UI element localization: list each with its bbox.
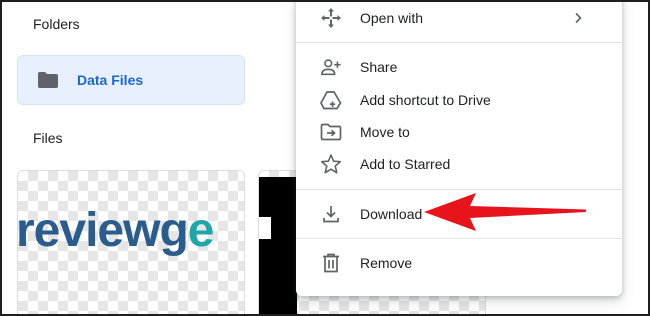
download-icon xyxy=(320,203,342,225)
menu-divider xyxy=(296,42,622,43)
context-menu: Open with Share Add shortcut to Drive Mo… xyxy=(296,0,622,296)
menu-item-label: Remove xyxy=(360,255,413,271)
logo-text-a: reviewg xyxy=(17,204,189,257)
move-to-folder-icon xyxy=(320,121,342,143)
files-heading: Files xyxy=(33,130,63,146)
drive-shortcut-icon xyxy=(320,89,342,111)
folder-name: Data Files xyxy=(77,72,144,88)
move-arrows-icon xyxy=(320,7,342,29)
menu-item-add-shortcut[interactable]: Add shortcut to Drive xyxy=(296,84,622,116)
annotation-arrow xyxy=(420,190,590,234)
trash-icon xyxy=(320,252,342,274)
menu-item-label: Add shortcut to Drive xyxy=(360,92,491,108)
menu-item-open-with[interactable]: Open with xyxy=(296,2,622,34)
menu-item-add-to-starred[interactable]: Add to Starred xyxy=(296,148,622,180)
folder-icon xyxy=(38,72,58,88)
chevron-right-icon xyxy=(572,12,584,24)
menu-item-label: Add to Starred xyxy=(360,156,451,172)
logo-text-b: e xyxy=(187,204,215,257)
menu-item-label: Open with xyxy=(360,10,424,26)
dark-image-mark xyxy=(259,217,271,239)
add-person-icon xyxy=(320,56,342,78)
folder-data-files[interactable]: Data Files xyxy=(17,55,245,105)
menu-divider xyxy=(296,238,622,239)
menu-item-label: Download xyxy=(360,206,423,222)
menu-item-label: Share xyxy=(360,59,398,75)
thumbnail-dark-image xyxy=(259,177,297,316)
menu-item-label: Move to xyxy=(360,124,410,140)
file-thumbnail-1[interactable]: reviewge xyxy=(17,170,245,316)
menu-item-share[interactable]: Share xyxy=(296,51,622,83)
star-icon xyxy=(320,153,342,175)
menu-item-move-to[interactable]: Move to xyxy=(296,116,622,148)
thumbnail-logo: reviewge xyxy=(17,204,215,257)
menu-item-remove[interactable]: Remove xyxy=(296,247,622,279)
folders-heading: Folders xyxy=(33,16,80,32)
